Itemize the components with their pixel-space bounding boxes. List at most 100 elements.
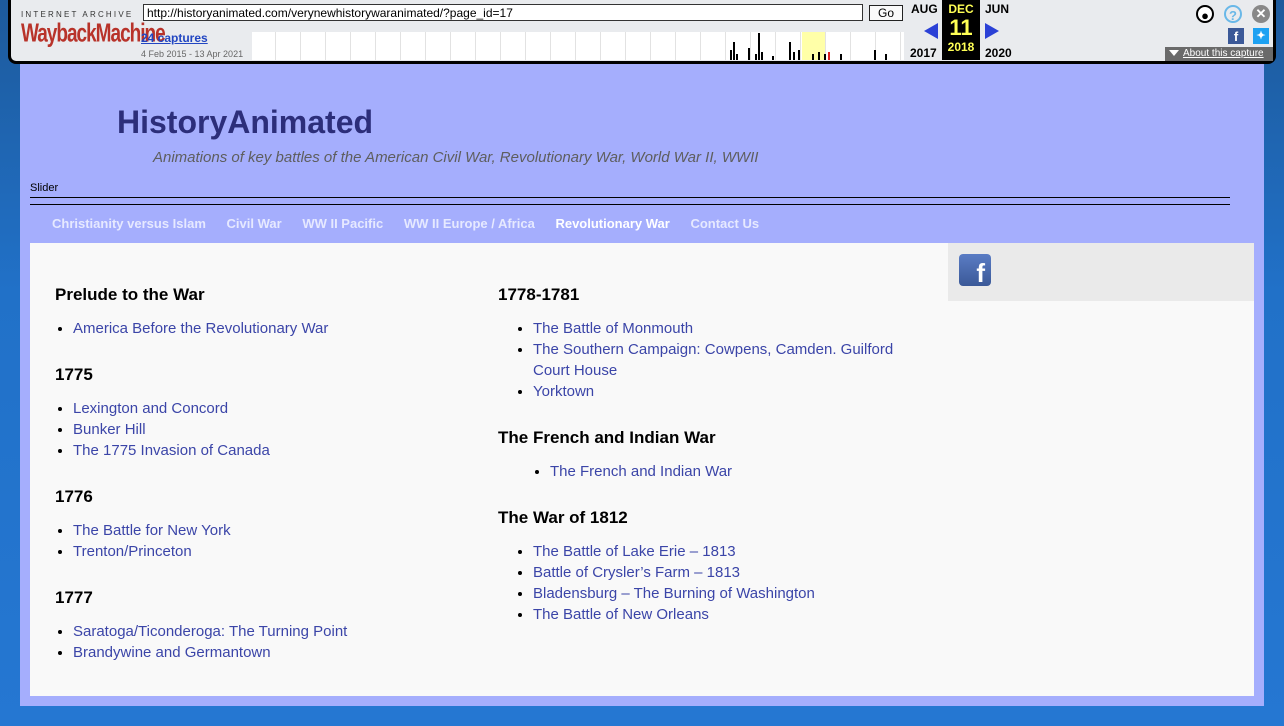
sparkline-month-cell[interactable] [702,32,726,60]
next-year-label[interactable]: 2020 [985,46,1012,60]
captures-date-range: 4 Feb 2015 - 13 Apr 2021 [141,49,244,59]
section-heading: Prelude to the War [55,285,205,304]
list-item: The French and Indian War [550,461,732,482]
sparkline-capture-bar [758,33,760,60]
section-heading: 1778-1781 [498,285,580,304]
nav-item-christianity-islam[interactable]: Christianity versus Islam [52,216,206,231]
facebook-share-icon[interactable]: f [1228,28,1244,44]
next-month-label[interactable]: JUN [985,2,1009,16]
sparkline-month-cell[interactable] [277,32,301,60]
current-year: 2018 [947,40,975,54]
link-list: The Battle of Monmouth The Southern Camp… [515,318,933,402]
sparkline-month-cell[interactable] [252,32,276,60]
sparkline-month-cell[interactable] [352,32,376,60]
sparkline-month-cell[interactable] [677,32,701,60]
list-item: The Battle of New Orleans [533,604,815,625]
link-list: The Battle of Lake Erie – 1813 Battle of… [515,541,815,625]
article-link[interactable]: America Before the Revolutionary War [73,320,328,337]
list-item: The Battle of Lake Erie – 1813 [533,541,815,562]
sparkline-month-cell[interactable] [377,32,401,60]
article-link[interactable]: The French and Indian War [550,463,732,480]
article-link[interactable]: The Battle of New Orleans [533,606,709,623]
sparkline-capture-bar [840,54,842,60]
sparkline-month-cell[interactable] [502,32,526,60]
sparkline-capture-bar [824,54,826,60]
article-link[interactable]: Trenton/Princeton [73,543,192,560]
current-month: DEC [948,2,974,16]
sparkline-month-cell[interactable] [627,32,651,60]
link-list: Saratoga/Ticonderoga: The Turning Point … [55,621,347,663]
caret-down-icon [1169,50,1179,57]
sparkline-month-cell[interactable] [402,32,426,60]
sparkline-month-cell[interactable] [827,32,851,60]
section-heading: 1776 [55,487,93,506]
nav-item-revolutionary-war[interactable]: Revolutionary War [555,216,669,231]
nav-item-contact-us[interactable]: Contact Us [690,216,759,231]
sparkline-month-cell[interactable] [602,32,626,60]
article-link[interactable]: Saratoga/Ticonderoga: The Turning Point [73,623,347,640]
sparkline-month-cell[interactable] [652,32,676,60]
article-link[interactable]: Bladensburg – The Burning of Washington [533,585,815,602]
wayback-logo[interactable]: INTERNET ARCHIVE WaybackMachine [21,10,166,49]
sparkline-month-cell[interactable] [527,32,551,60]
sparkline-month-cell[interactable] [852,32,876,60]
article-link[interactable]: Brandywine and Germantown [73,644,271,661]
list-item: Brandywine and Germantown [73,642,347,663]
captures-link[interactable]: 24 captures [141,31,208,45]
article-link[interactable]: The Battle of Monmouth [533,320,693,337]
list-item: The Battle for New York [73,520,231,541]
nav-item-wwii-pacific[interactable]: WW II Pacific [302,216,383,231]
capture-sparkline[interactable] [252,32,904,60]
content-area: f Prelude to the War America Before the … [30,243,1254,696]
wayback-go-button[interactable]: Go [869,5,903,21]
sparkline-month-cell[interactable] [552,32,576,60]
divider [30,197,1230,198]
sparkline-month-cell[interactable] [577,32,601,60]
sparkline-capture-bar [885,54,887,60]
wayback-url-input[interactable]: http://historyanimated.com/verynewhistor… [143,4,863,21]
article-link[interactable]: Battle of Crysler’s Farm – 1813 [533,564,740,581]
sparkline-month-cell[interactable] [877,32,901,60]
twitter-share-icon[interactable]: ✦ [1253,28,1269,44]
article-link[interactable]: The Battle of Lake Erie – 1813 [533,543,736,560]
sparkline-month-cell[interactable] [452,32,476,60]
user-icon[interactable]: ● [1196,5,1214,23]
article-link[interactable]: The Battle for New York [73,522,231,539]
sparkline-capture-bar [733,42,735,60]
list-item: Battle of Crysler’s Farm – 1813 [533,562,815,583]
about-capture-button[interactable]: About this capture [1165,47,1273,61]
article-link[interactable]: Yorktown [533,383,594,400]
sparkline-month-cell[interactable] [802,32,826,60]
sidebar-widget: f [948,243,1254,301]
sparkline-month-cell[interactable] [427,32,451,60]
list-item: The Battle of Monmouth [533,318,933,339]
next-capture-arrow-icon[interactable] [985,23,999,39]
sparkline-month-cell[interactable] [302,32,326,60]
prev-month-label[interactable]: AUG [911,2,938,16]
prev-capture-arrow-icon[interactable] [924,23,938,39]
article-link[interactable]: The Southern Campaign: Cowpens, Camden. … [533,341,893,379]
sparkline-month-cell[interactable] [477,32,501,60]
link-list: The French and Indian War [532,461,732,482]
list-item: Trenton/Princeton [73,541,231,562]
prev-year-label[interactable]: 2017 [910,46,937,60]
nav-item-civil-war[interactable]: Civil War [227,216,282,231]
site-title[interactable]: HistoryAnimated [117,104,373,141]
list-item: Lexington and Concord [73,398,270,419]
nav-item-wwii-europe-africa[interactable]: WW II Europe / Africa [404,216,535,231]
article-link[interactable]: The 1775 Invasion of Canada [73,442,270,459]
article-link[interactable]: Bunker Hill [73,421,146,438]
section-heading: The War of 1812 [498,508,628,527]
list-item: Yorktown [533,381,933,402]
about-capture-label: About this capture [1183,48,1264,59]
facebook-icon[interactable]: f [959,254,991,288]
article-link[interactable]: Lexington and Concord [73,400,228,417]
sparkline-capture-bar [748,48,750,60]
sparkline-month-cell[interactable] [327,32,351,60]
site-page: HistoryAnimated Animations of key battle… [20,64,1264,706]
section-heading: 1777 [55,588,93,607]
wayback-logo-main: WaybackMachine [21,20,166,49]
help-icon[interactable]: ? [1224,5,1242,23]
list-item: The 1775 Invasion of Canada [73,440,270,461]
close-icon[interactable]: ✕ [1252,5,1270,23]
